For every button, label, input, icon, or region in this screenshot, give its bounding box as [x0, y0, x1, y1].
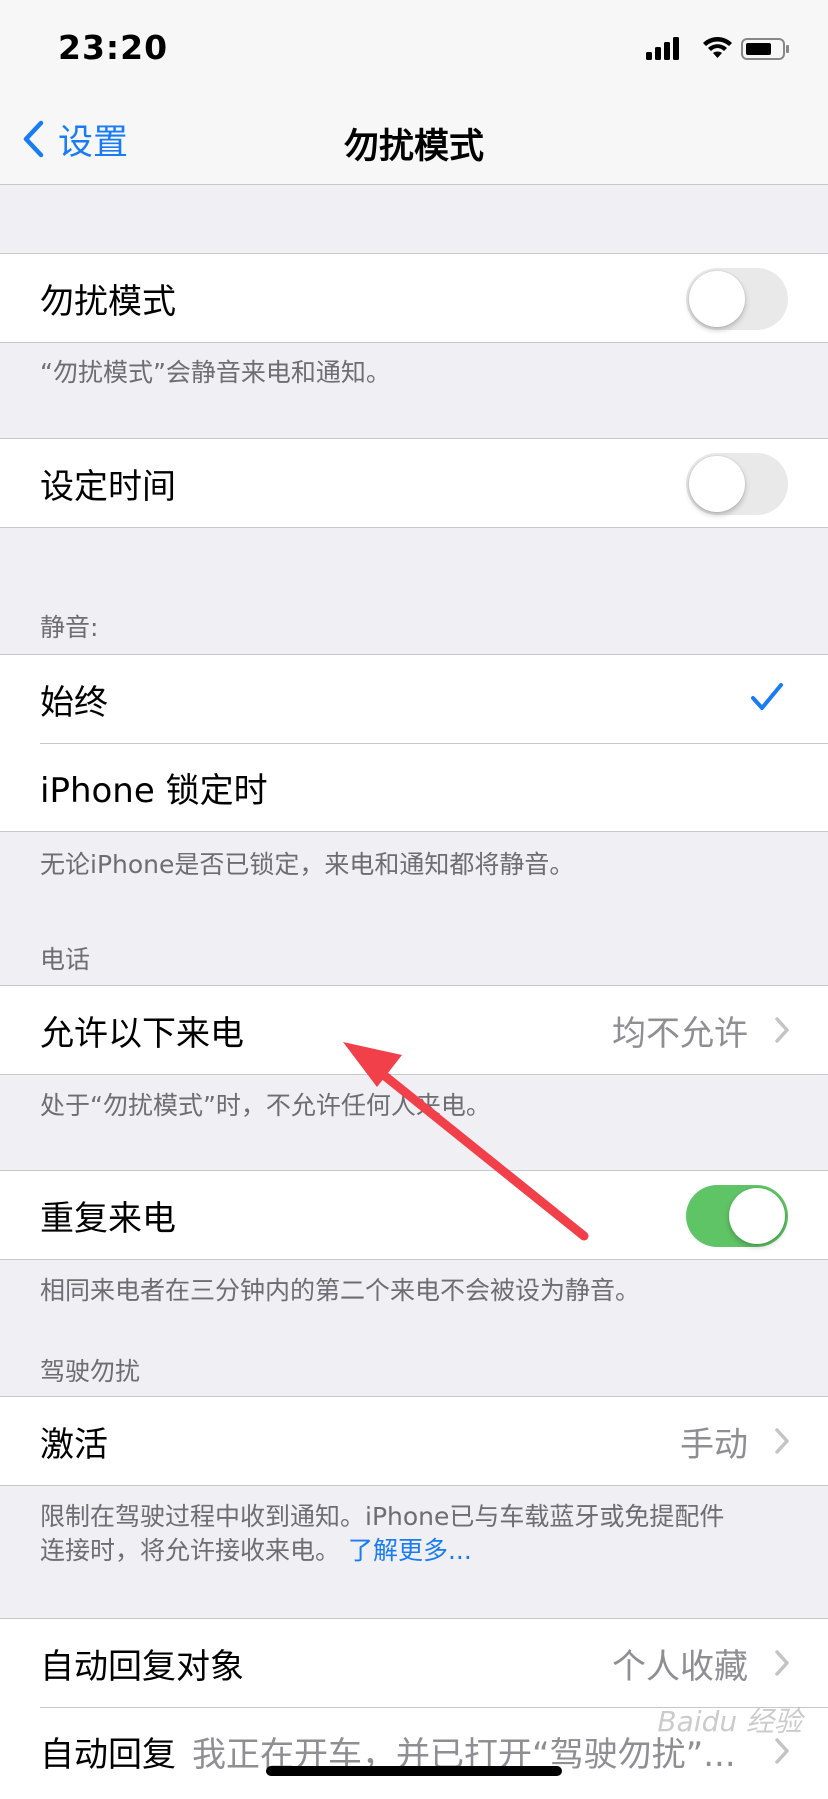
checkmark-icon: [751, 683, 783, 710]
driving-header: 驾驶勿扰: [40, 1357, 141, 1386]
allow-calls-value: 均不允许: [612, 1013, 748, 1054]
scheduled-group: 设定时间: [0, 438, 828, 528]
battery-icon: [741, 38, 789, 60]
toggle-knob: [729, 1188, 785, 1244]
auto-reply-to-label: 自动回复对象: [40, 1646, 244, 1687]
auto-reply-to-value: 个人收藏: [612, 1646, 748, 1687]
dnd-row: 勿扰模式: [0, 254, 828, 342]
silence-header: 静音:: [40, 613, 99, 642]
driving-note-line2: 连接时，将允许接收来电。 了解更多...: [40, 1534, 788, 1568]
silence-always-label: 始终: [40, 682, 108, 723]
auto-reply-label: 自动回复: [40, 1734, 176, 1775]
repeated-calls-label: 重复来电: [40, 1198, 176, 1239]
phone-header: 电话: [40, 945, 91, 974]
scheduled-row: 设定时间: [0, 439, 828, 527]
dnd-toggle[interactable]: [686, 268, 788, 330]
status-icons: [642, 34, 792, 64]
status-bar: 23:20: [0, 0, 828, 96]
home-indicator[interactable]: [266, 1766, 562, 1776]
silence-group: 始终 iPhone 锁定时: [0, 654, 828, 832]
auto-reply-to-row[interactable]: 自动回复对象 个人收藏: [0, 1619, 828, 1707]
baidu-watermark: Baidu 经验: [657, 1705, 802, 1738]
silence-note: 无论iPhone是否已锁定，来电和通知都将静音。: [40, 850, 575, 879]
dnd-group: 勿扰模式: [0, 253, 828, 343]
navigation-bar: 设置 勿扰模式: [0, 96, 828, 185]
chevron-right-icon: [775, 1017, 789, 1043]
dnd-note: “勿扰模式”会静音来电和通知。: [40, 358, 391, 387]
silence-locked-row[interactable]: iPhone 锁定时: [0, 743, 828, 831]
scheduled-label: 设定时间: [40, 466, 176, 507]
toggle-knob: [689, 456, 745, 512]
dnd-label: 勿扰模式: [40, 281, 176, 322]
allow-calls-note: 处于“勿扰模式”时，不允许任何人来电。: [40, 1091, 491, 1120]
allow-calls-label: 允许以下来电: [40, 1013, 244, 1054]
repeated-calls-toggle[interactable]: [686, 1185, 788, 1247]
allow-calls-row[interactable]: 允许以下来电 均不允许: [0, 986, 828, 1074]
scheduled-toggle[interactable]: [686, 453, 788, 515]
repeated-calls-group: 重复来电: [0, 1170, 828, 1260]
chevron-right-icon: [775, 1650, 789, 1676]
silence-locked-label: iPhone 锁定时: [40, 770, 268, 811]
wifi-icon: [703, 37, 732, 58]
allow-calls-group: 允许以下来电 均不允许: [0, 985, 828, 1075]
status-time: 23:20: [58, 28, 169, 67]
cellular-signal-icon: [646, 37, 679, 60]
repeated-calls-note: 相同来电者在三分钟内的第二个来电不会被设为静音。: [40, 1276, 641, 1305]
silence-always-row[interactable]: 始终: [0, 655, 828, 743]
driving-group: 激活 手动: [0, 1396, 828, 1486]
chevron-right-icon: [775, 1428, 789, 1454]
chevron-right-icon: [775, 1738, 789, 1764]
driving-note: 限制在驾驶过程中收到通知。iPhone已与车载蓝牙或免提配件 连接时，将允许接收…: [40, 1500, 788, 1568]
page-title: 勿扰模式: [343, 127, 484, 167]
learn-more-link[interactable]: 了解更多...: [348, 1536, 472, 1565]
activate-label: 激活: [40, 1424, 108, 1465]
toggle-knob: [689, 271, 745, 327]
activate-value: 手动: [680, 1424, 748, 1465]
activate-row[interactable]: 激活 手动: [0, 1397, 828, 1485]
driving-note-line1: 限制在驾驶过程中收到通知。iPhone已与车载蓝牙或免提配件: [40, 1502, 725, 1531]
driving-note-line2-text: 连接时，将允许接收来电。: [40, 1536, 341, 1565]
repeated-calls-row: 重复来电: [0, 1171, 828, 1259]
